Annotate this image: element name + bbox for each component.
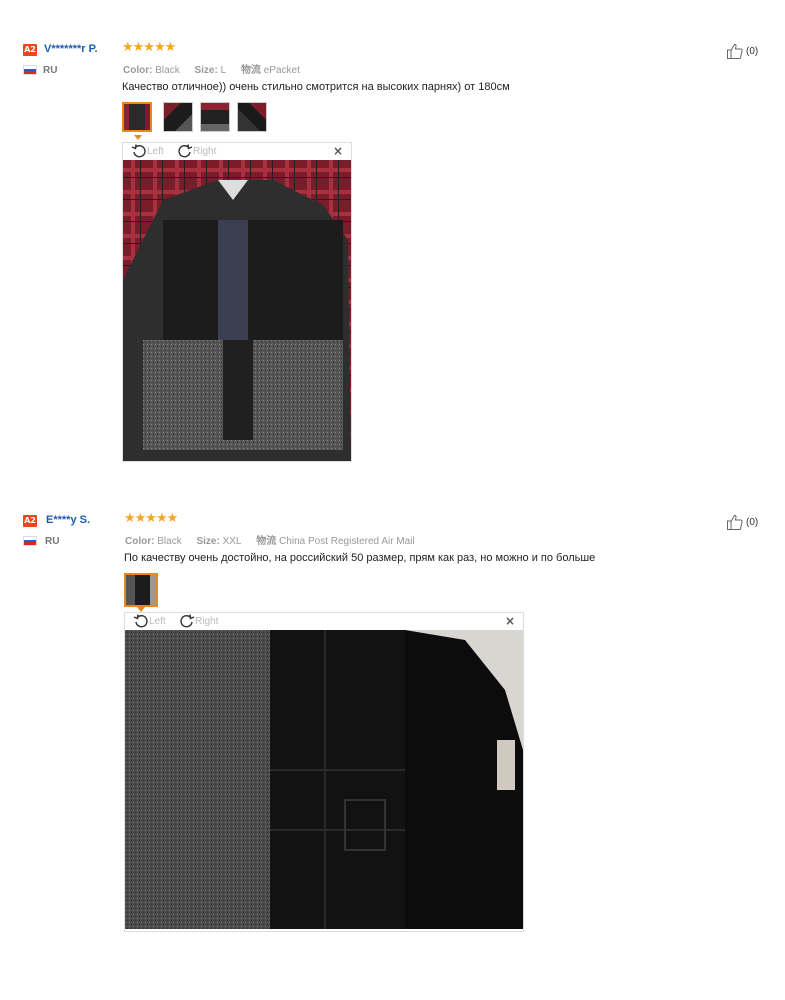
shipping-value: China Post Registered Air Mail [279, 536, 415, 547]
photo-viewer: Left Right × [124, 612, 524, 932]
rotate-right-icon [180, 614, 195, 628]
rotate-left-icon [133, 614, 148, 628]
rotate-left-label: Left [149, 615, 166, 627]
close-viewer-button[interactable]: × [505, 614, 515, 628]
reviewer-name: E****y S. [46, 514, 91, 526]
review-text: По качеству очень достойно, на российски… [124, 552, 596, 564]
reviewer-country: RU [45, 536, 60, 547]
order-info: Color: Black Size: XXL 物流 China Post Reg… [125, 532, 415, 547]
rotate-right-label: Right [195, 615, 219, 627]
color-value: Black [157, 536, 182, 547]
shipping-label: 物流 [256, 536, 277, 547]
helpful-like-button[interactable]: (0) [726, 513, 758, 531]
size-label: Size: [196, 536, 220, 547]
jacket-photo-image [125, 630, 523, 929]
size-value: XXL [222, 536, 242, 547]
star-rating: ★★★★★ [124, 511, 178, 526]
buyer-level-badge: A2 [23, 515, 37, 527]
review-photo-thumbnail[interactable] [124, 573, 158, 607]
photo-viewer-toolbar: Left Right × [125, 613, 523, 629]
russia-flag-icon [23, 536, 37, 546]
color-label: Color: [125, 536, 155, 547]
review-photo-large [125, 630, 523, 929]
like-count: (0) [746, 516, 759, 528]
thumbs-up-icon [727, 514, 743, 530]
rotate-left-button[interactable]: Left [133, 613, 166, 629]
review-item: A2 E****y S. RU ★★★★★ Color: Black Size:… [0, 0, 785, 1000]
rotate-right-button[interactable]: Right [179, 613, 218, 629]
